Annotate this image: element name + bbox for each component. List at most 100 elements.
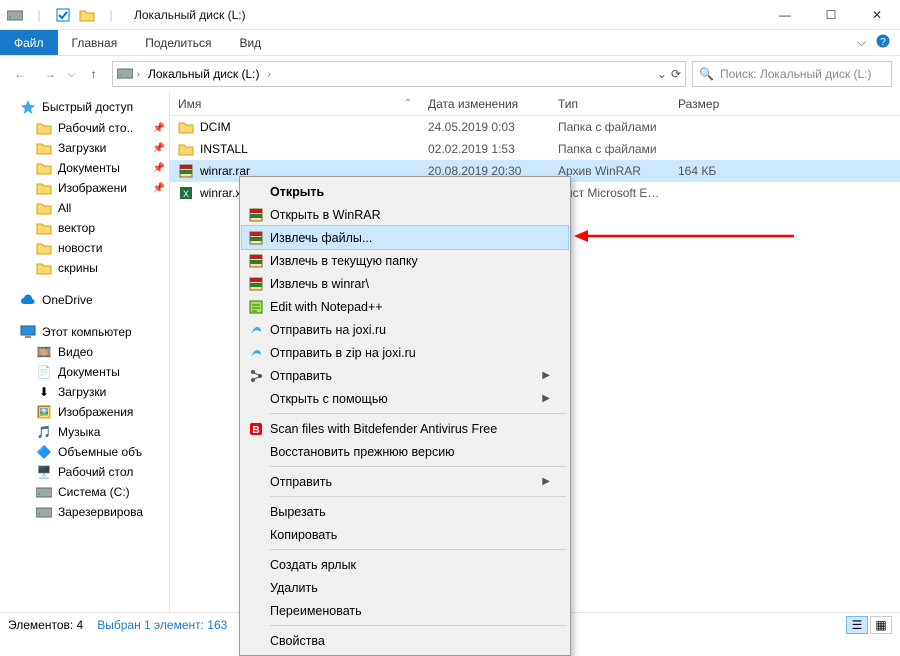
context-menu-item[interactable]: Вырезать xyxy=(242,500,568,523)
forward-button[interactable]: → xyxy=(38,62,62,86)
col-name[interactable]: Имя xyxy=(178,97,201,111)
sidebar-item-label: Загрузки xyxy=(58,385,106,399)
pc-item[interactable]: 🖥️Рабочий стол xyxy=(0,462,169,482)
quick-item[interactable]: скрины xyxy=(0,258,169,278)
navigation-pane[interactable]: Быстрый доступ Рабочий сто..📌Загрузки📌До… xyxy=(0,92,170,612)
context-menu-item[interactable]: BScan files with Bitdefender Antivirus F… xyxy=(242,417,568,440)
context-menu-item[interactable]: Удалить xyxy=(242,576,568,599)
back-button[interactable]: ← xyxy=(8,62,32,86)
context-menu-item[interactable]: Отправить на joxi.ru xyxy=(242,318,568,341)
file-row[interactable]: DCIM24.05.2019 0:03Папка с файлами xyxy=(170,116,900,138)
view-large-button[interactable]: ▦ xyxy=(870,616,892,634)
quick-item[interactable]: Документы📌 xyxy=(0,158,169,178)
pc-item[interactable]: Система (C:) xyxy=(0,482,169,502)
pc-item[interactable]: 🖼️Изображения xyxy=(0,402,169,422)
minimize-button[interactable]: — xyxy=(762,0,808,30)
menu-item-icon xyxy=(246,321,266,339)
menu-item-label: Копировать xyxy=(270,528,550,542)
tab-view[interactable]: Вид xyxy=(225,30,275,55)
sidebar-item-label: All xyxy=(58,201,71,215)
help-icon[interactable]: ? xyxy=(876,34,890,51)
quick-access[interactable]: Быстрый доступ xyxy=(0,96,169,118)
maximize-button[interactable]: ☐ xyxy=(808,0,854,30)
pc-item[interactable]: 🎵Музыка xyxy=(0,422,169,442)
svg-text:?: ? xyxy=(880,37,886,48)
search-box[interactable]: 🔍 Поиск: Локальный диск (L:) xyxy=(692,61,892,87)
menu-item-label: Извлечь файлы... xyxy=(270,231,550,245)
menu-item-icon xyxy=(246,602,266,620)
menu-item-icon xyxy=(246,367,266,385)
context-menu[interactable]: ОткрытьОткрыть в WinRAR Извлечь файлы... И… xyxy=(239,176,571,656)
menu-item-label: Отправить xyxy=(270,369,538,383)
context-menu-item[interactable]: Отправить▶ xyxy=(242,470,568,493)
context-menu-item[interactable]: Отправить▶ xyxy=(242,364,568,387)
up-button[interactable]: ↑ xyxy=(82,62,106,86)
column-headers[interactable]: Имя⌃ Дата изменения Тип Размер xyxy=(170,92,900,116)
tab-share[interactable]: Поделиться xyxy=(131,30,225,55)
quick-item[interactable]: Загрузки📌 xyxy=(0,138,169,158)
context-menu-item[interactable]: Извлечь в текущую папку xyxy=(242,249,568,272)
pc-item[interactable]: 🔷Объемные объ xyxy=(0,442,169,462)
pin-icon: 📌 xyxy=(153,123,165,134)
context-menu-item[interactable]: Открыть в WinRAR xyxy=(242,203,568,226)
sidebar-item-label: Видео xyxy=(58,345,93,359)
quick-item[interactable]: новости xyxy=(0,238,169,258)
col-type[interactable]: Тип xyxy=(550,92,670,115)
history-dropdown[interactable]: ⌵ xyxy=(68,69,76,80)
qat-folder-icon[interactable] xyxy=(78,6,96,24)
ribbon-expand-icon[interactable]: ⌵ xyxy=(857,35,866,50)
quick-item[interactable]: Изображени📌 xyxy=(0,178,169,198)
sidebar-item-label: Загрузки xyxy=(58,141,106,155)
breadcrumb-dropdown-icon[interactable]: ⌄ xyxy=(657,67,667,81)
col-date[interactable]: Дата изменения xyxy=(420,92,550,115)
menu-item-label: Создать ярлык xyxy=(270,558,550,572)
context-menu-item[interactable]: Создать ярлык xyxy=(242,553,568,576)
view-details-button[interactable]: ☰ xyxy=(846,616,868,634)
context-menu-item[interactable]: Свойства xyxy=(242,629,568,652)
title-bar: | | Локальный диск (L:) — ☐ ✕ xyxy=(0,0,900,30)
menu-item-label: Scan files with Bitdefender Antivirus Fr… xyxy=(270,422,550,436)
context-menu-item[interactable]: Извлечь в winrar\ xyxy=(242,272,568,295)
quick-item[interactable]: вектор xyxy=(0,218,169,238)
context-menu-item[interactable]: Открыть с помощью▶ xyxy=(242,387,568,410)
refresh-icon[interactable]: ⟳ xyxy=(671,67,681,81)
quick-item[interactable]: All xyxy=(0,198,169,218)
pin-icon: 📌 xyxy=(153,163,165,174)
context-menu-item[interactable]: Edit with Notepad++ xyxy=(242,295,568,318)
submenu-icon: ▶ xyxy=(542,393,550,404)
tab-home[interactable]: Главная xyxy=(58,30,132,55)
onedrive[interactable]: OneDrive xyxy=(0,290,169,310)
breadcrumb-path[interactable]: Локальный диск (L:) xyxy=(144,65,264,83)
pc-item[interactable]: Зарезервирова xyxy=(0,502,169,522)
search-icon: 🔍 xyxy=(699,67,714,81)
pc-item[interactable]: 📄Документы xyxy=(0,362,169,382)
quick-access-label: Быстрый доступ xyxy=(42,100,133,114)
menu-item-label: Восстановить прежнюю версию xyxy=(270,445,550,459)
menu-item-label: Отправить на joxi.ru xyxy=(270,323,550,337)
context-menu-item[interactable]: Восстановить прежнюю версию xyxy=(242,440,568,463)
status-count: Элементов: 4 xyxy=(8,618,83,632)
menu-item-label: Извлечь в текущую папку xyxy=(270,254,550,268)
sidebar-item-label: скрины xyxy=(58,261,98,275)
breadcrumb[interactable]: › Локальный диск (L:) › ⌄ ⟳ xyxy=(112,61,686,87)
menu-item-icon xyxy=(246,473,266,491)
this-pc[interactable]: Этот компьютер xyxy=(0,322,169,342)
context-menu-item[interactable]: Открыть xyxy=(242,180,568,203)
context-menu-item[interactable]: Извлечь файлы... xyxy=(242,226,568,249)
pc-item[interactable]: 🎞️Видео xyxy=(0,342,169,362)
qat-checkbox-icon[interactable] xyxy=(54,6,72,24)
file-tab[interactable]: Файл xyxy=(0,30,58,55)
pc-item[interactable]: ⬇Загрузки xyxy=(0,382,169,402)
sidebar-item-label: Рабочий сто.. xyxy=(58,121,133,135)
context-menu-item[interactable]: Копировать xyxy=(242,523,568,546)
quick-item[interactable]: Рабочий сто.. 📌 xyxy=(0,118,169,138)
close-button[interactable]: ✕ xyxy=(854,0,900,30)
col-size[interactable]: Размер xyxy=(670,92,900,115)
context-menu-item[interactable]: Переименовать xyxy=(242,599,568,622)
menu-item-icon xyxy=(246,275,266,293)
menu-item-icon xyxy=(246,252,266,270)
context-menu-item[interactable]: Отправить в zip на joxi.ru xyxy=(242,341,568,364)
menu-item-icon xyxy=(246,526,266,544)
file-row[interactable]: INSTALL02.02.2019 1:53Папка с файлами xyxy=(170,138,900,160)
submenu-icon: ▶ xyxy=(542,476,550,487)
